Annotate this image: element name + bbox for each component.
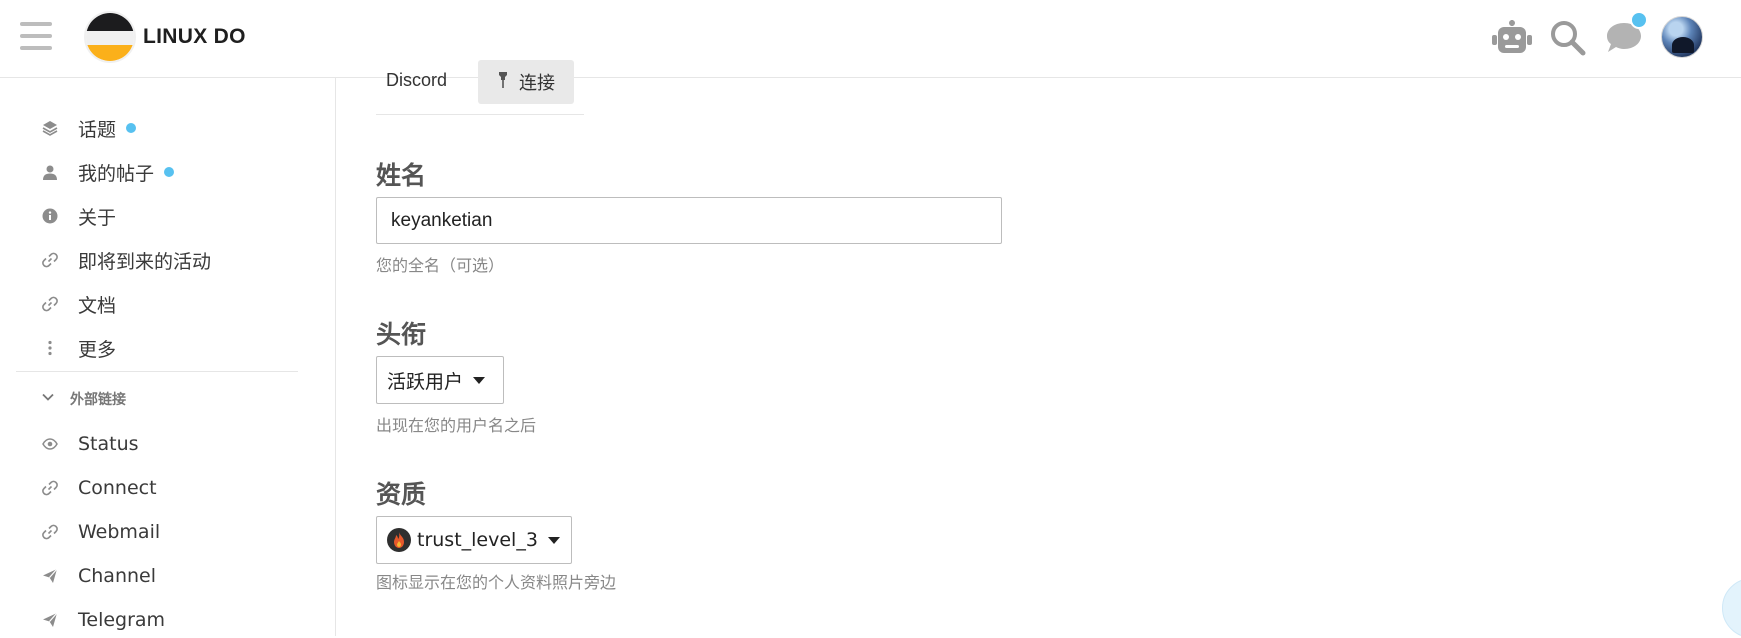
section-title: 外部链接 (70, 392, 126, 408)
sidebar-item-label: 关于 (78, 206, 117, 229)
plug-icon (497, 72, 509, 92)
user-title-select[interactable]: 活跃用户 (376, 356, 504, 404)
flair-value: trust_level_3 (417, 529, 538, 551)
sidebar-item-about[interactable]: 关于 (40, 198, 116, 234)
link-icon (40, 294, 60, 314)
sidebar-item-label: Status (78, 433, 139, 455)
send-icon (40, 566, 60, 586)
sidebar-item-label: Telegram (78, 609, 166, 631)
name-title: 姓名 (376, 161, 427, 190)
caret-down-icon (547, 536, 560, 544)
menu-icon[interactable] (20, 22, 52, 50)
sidebar-item-label: 文档 (78, 294, 117, 317)
sidebar-item-docs[interactable]: 文档 (40, 286, 116, 322)
robot-icon[interactable] (1490, 16, 1534, 60)
connect-button-label: 连接 (519, 73, 555, 94)
unread-dot (164, 167, 175, 177)
top-header: LINUX DO (0, 0, 1741, 78)
sidebar-link-channel[interactable]: Channel (40, 558, 156, 594)
sidebar-item-topics[interactable]: 话题 (40, 110, 137, 146)
sidebar-link-connect[interactable]: Connect (40, 470, 157, 506)
section-header-external-links[interactable]: 外部链接 (40, 384, 126, 414)
user-title-title: 头衔 (376, 320, 427, 349)
sidebar-item-label: 即将到来的活动 (78, 250, 212, 273)
more-icon (40, 338, 60, 358)
search-icon[interactable] (1546, 16, 1590, 60)
sidebar-item-label: Connect (78, 477, 157, 499)
unread-dot (126, 123, 137, 133)
user-title-value: 活跃用户 (387, 370, 464, 393)
site-title[interactable]: LINUX DO (143, 25, 246, 49)
sidebar-link-telegram[interactable]: Telegram (40, 602, 165, 638)
layers-icon (40, 118, 60, 138)
sidebar-item-my-posts[interactable]: 我的帖子 (40, 154, 175, 190)
user-avatar[interactable] (1661, 16, 1703, 58)
info-icon (40, 206, 60, 226)
fire-icon (387, 528, 411, 552)
flair-hint: 图标显示在您的个人资料照片旁边 (376, 573, 617, 592)
sidebar-item-label: 更多 (78, 338, 117, 361)
discord-label: Discord (386, 70, 448, 90)
link-icon (40, 478, 60, 498)
link-icon (40, 522, 60, 542)
sidebar: 话题 我的帖子 关于 即将到来的活动 文档 更多 外部链接 Status Con… (0, 78, 336, 636)
user-icon (40, 162, 60, 182)
link-icon (40, 250, 60, 270)
discord-connection-row: Discord 连接 (376, 60, 584, 115)
site-logo[interactable] (84, 11, 136, 63)
name-hint: 您的全名（可选） (376, 256, 505, 275)
user-title-hint: 出现在您的用户名之后 (376, 416, 537, 435)
sidebar-divider (16, 371, 298, 372)
sidebar-link-status[interactable]: Status (40, 426, 139, 462)
flair-select[interactable]: trust_level_3 (376, 516, 572, 564)
discord-connect-button[interactable]: 连接 (478, 60, 574, 104)
chevron-down-icon (40, 389, 56, 409)
floating-action-button[interactable] (1722, 578, 1741, 638)
sidebar-item-label: 话题 (78, 118, 117, 141)
notification-badge (1630, 11, 1648, 29)
eye-icon (40, 434, 60, 454)
caret-down-icon (473, 376, 486, 384)
sidebar-item-label: 我的帖子 (78, 162, 155, 185)
send-icon (40, 610, 60, 630)
sidebar-item-events[interactable]: 即将到来的活动 (40, 242, 211, 278)
flair-title: 资质 (376, 480, 427, 509)
sidebar-link-webmail[interactable]: Webmail (40, 514, 160, 550)
sidebar-item-more[interactable]: 更多 (40, 330, 116, 366)
name-input[interactable]: keyanketian (376, 197, 1002, 244)
sidebar-item-label: Channel (78, 565, 157, 587)
sidebar-item-label: Webmail (78, 521, 161, 543)
